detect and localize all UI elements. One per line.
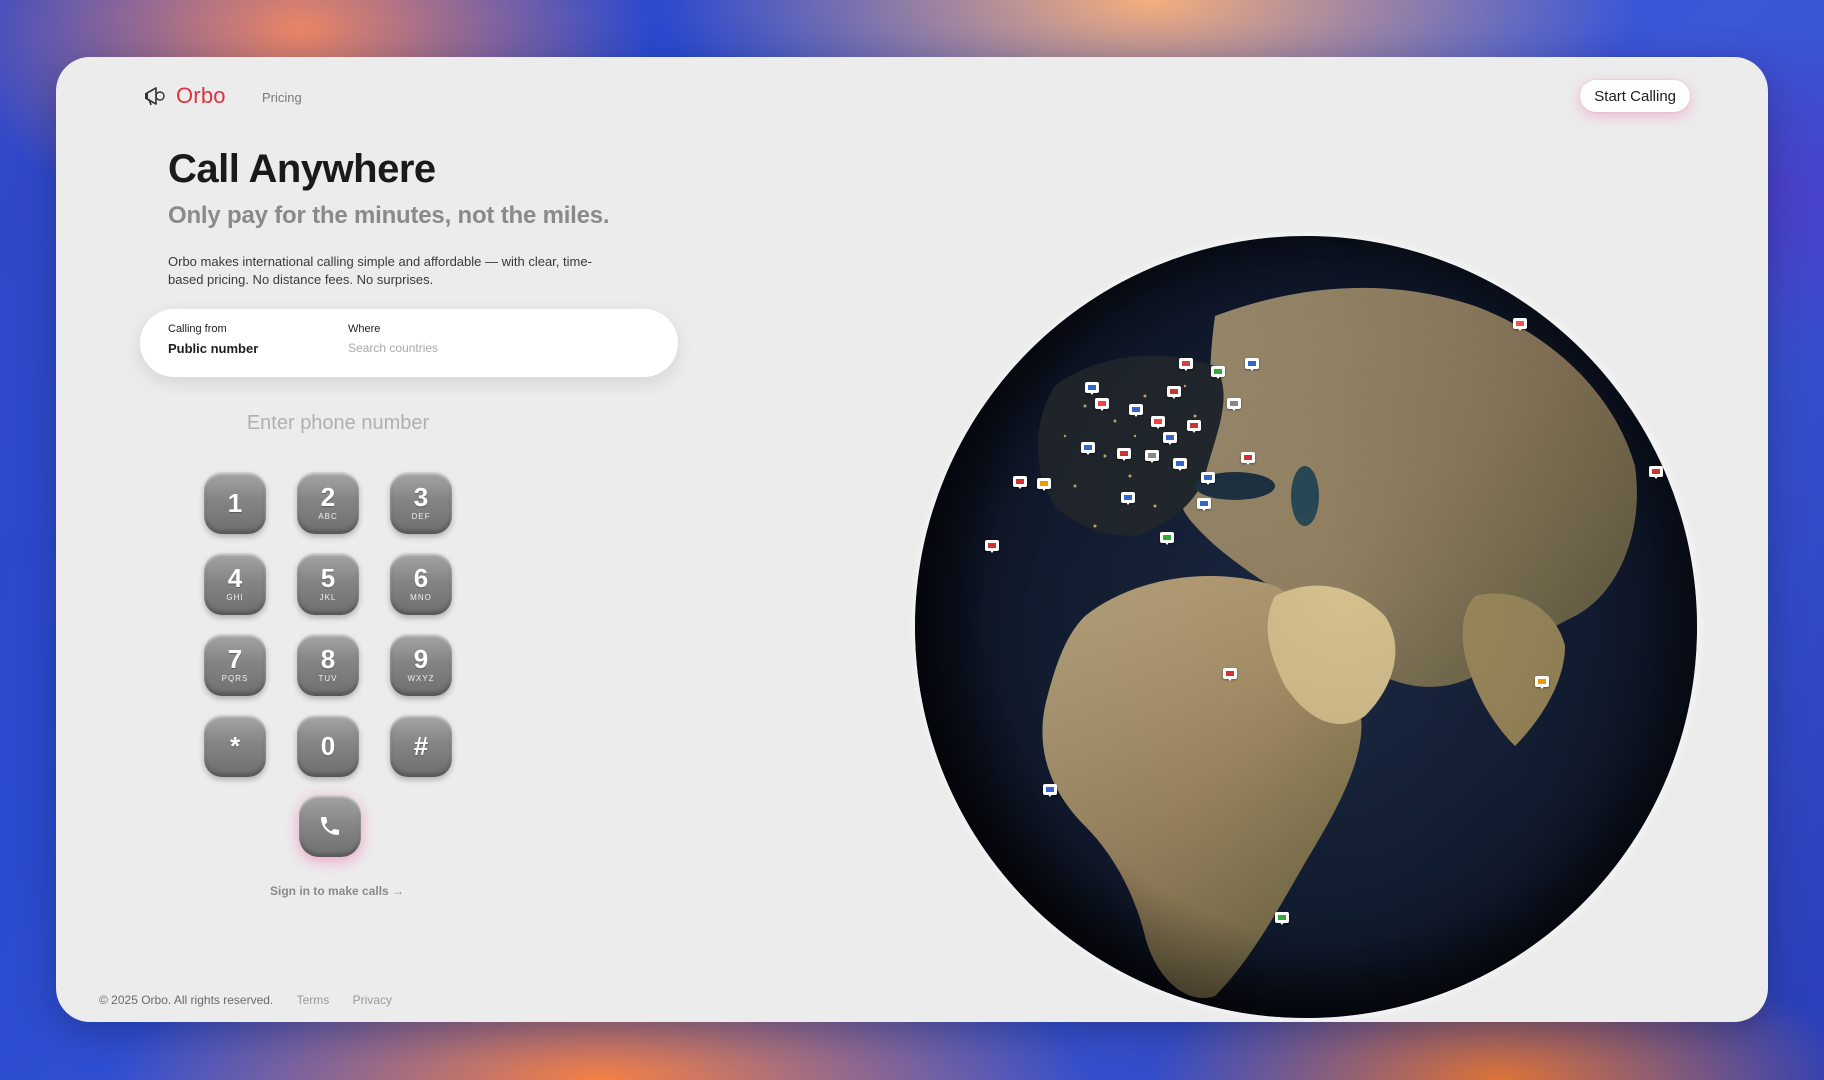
country-marker[interactable] (1145, 450, 1159, 463)
sign-in-link[interactable]: Sign in to make calls → (270, 884, 404, 898)
country-marker[interactable] (1095, 398, 1109, 411)
key-letters: MNO (410, 593, 432, 602)
country-marker[interactable] (1151, 416, 1165, 429)
country-marker[interactable] (1173, 458, 1187, 471)
key-4[interactable]: 4 GHI (204, 553, 266, 615)
country-marker[interactable] (1223, 668, 1237, 681)
country-marker[interactable] (1085, 382, 1099, 395)
where-field: Where (348, 323, 548, 357)
country-marker[interactable] (1241, 452, 1255, 465)
calling-search-bar: Calling from Public number Where (140, 309, 678, 377)
country-marker[interactable] (1197, 498, 1211, 511)
country-marker[interactable] (1187, 420, 1201, 433)
key-star[interactable]: * (204, 715, 266, 777)
country-marker[interactable] (1121, 492, 1135, 505)
key-letters: TUV (318, 674, 338, 683)
country-marker[interactable] (1245, 358, 1259, 371)
app-window: Orbo Pricing Start Calling Call Anywhere… (56, 57, 1768, 1022)
key-digit: 4 (227, 563, 243, 593)
hero-subtitle: Only pay for the minutes, not the miles. (168, 202, 610, 229)
country-search-input[interactable] (348, 341, 548, 355)
key-8[interactable]: 8 TUV (297, 634, 359, 696)
megaphone-icon (145, 87, 165, 106)
country-marker[interactable] (1275, 912, 1289, 925)
key-digit: 0 (320, 731, 336, 761)
country-marker[interactable] (1513, 318, 1527, 331)
key-6[interactable]: 6 MNO (390, 553, 452, 615)
key-1[interactable]: 1 (204, 472, 266, 534)
phone-number-input[interactable] (226, 411, 450, 436)
key-letters: PQRS (221, 674, 249, 683)
key-digit: 6 (413, 563, 429, 593)
key-3[interactable]: 3 DEF (390, 472, 452, 534)
key-hash[interactable]: # (390, 715, 452, 777)
earth-globe-icon[interactable] (912, 232, 1702, 1022)
key-letters: DEF (411, 512, 431, 521)
country-marker[interactable] (1117, 448, 1131, 461)
country-marker[interactable] (1227, 398, 1241, 411)
country-marker[interactable] (1013, 476, 1027, 489)
key-digit: 2 (320, 482, 336, 512)
key-digit: 5 (320, 563, 336, 593)
calling-from-value: Public number (168, 341, 259, 356)
country-marker[interactable] (1163, 432, 1177, 445)
brand-logo[interactable]: Orbo (142, 83, 226, 109)
brand-name: Orbo (176, 83, 226, 108)
country-marker[interactable] (1649, 466, 1663, 479)
footer: © 2025 Orbo. All rights reserved. Terms … (99, 993, 392, 1007)
key-digit: 1 (227, 488, 243, 518)
key-letters: GHI (226, 593, 244, 602)
country-marker[interactable] (1037, 478, 1051, 491)
start-calling-button[interactable]: Start Calling (1580, 80, 1690, 112)
country-marker[interactable] (1211, 366, 1225, 379)
footer-privacy-link[interactable]: Privacy (353, 993, 392, 1007)
globe-surface (915, 236, 1697, 1018)
hero-description: Orbo makes international calling simple … (168, 254, 592, 287)
footer-terms-link[interactable]: Terms (297, 993, 330, 1007)
country-marker[interactable] (1160, 532, 1174, 545)
key-digit: 9 (413, 644, 429, 674)
key-digit: 7 (227, 644, 243, 674)
key-digit: * (229, 731, 241, 761)
key-letters: JKL (319, 593, 337, 602)
key-letters: WXYZ (407, 674, 435, 683)
country-marker[interactable] (1179, 358, 1193, 371)
country-marker[interactable] (1129, 404, 1143, 417)
key-9[interactable]: 9 WXYZ (390, 634, 452, 696)
key-digit: # (413, 731, 429, 761)
key-7[interactable]: 7 PQRS (204, 634, 266, 696)
key-letters: ABC (318, 512, 338, 521)
key-2[interactable]: 2 ABC (297, 472, 359, 534)
country-marker[interactable] (1167, 386, 1181, 399)
country-marker[interactable] (1535, 676, 1549, 689)
globe-landmass (915, 236, 1697, 1018)
calling-from-selector[interactable]: Calling from Public number (168, 323, 258, 356)
key-digit: 8 (320, 644, 336, 674)
call-button[interactable] (299, 795, 361, 857)
footer-copyright: © 2025 Orbo. All rights reserved. (99, 993, 274, 1007)
where-label: Where (348, 323, 381, 335)
hero-title: Call Anywhere (168, 147, 436, 191)
key-digit: 3 (413, 482, 429, 512)
key-5[interactable]: 5 JKL (297, 553, 359, 615)
country-marker[interactable] (1081, 442, 1095, 455)
phone-icon (321, 817, 339, 835)
country-marker[interactable] (1043, 784, 1057, 797)
key-0[interactable]: 0 (297, 715, 359, 777)
country-marker[interactable] (985, 540, 999, 553)
country-marker[interactable] (1201, 472, 1215, 485)
nav-pricing-link[interactable]: Pricing (262, 90, 302, 105)
calling-from-label: Calling from (168, 323, 227, 335)
